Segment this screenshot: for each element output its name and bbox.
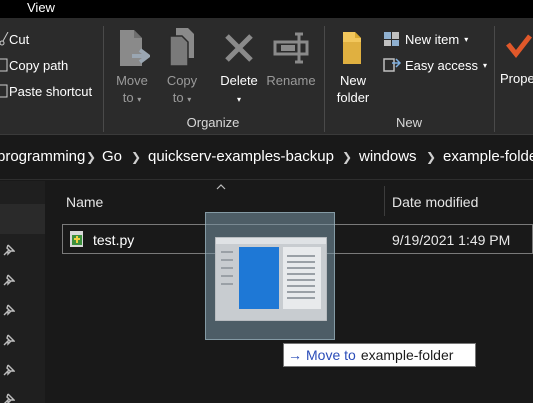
scissors-icon: [0, 32, 9, 46]
chevron-down-icon: ▾: [464, 34, 469, 44]
delete-label: Delete ▾: [220, 73, 258, 104]
new-item-icon: [384, 32, 399, 46]
pin-icon: [3, 364, 15, 376]
chevron-right-icon[interactable]: ❯: [342, 150, 352, 164]
cut-label: Cut: [9, 31, 30, 47]
address-bar[interactable]: programming ❯ Go ❯ quickserv-examples-ba…: [0, 136, 533, 180]
move-to-button[interactable]: Move to ▾: [110, 26, 154, 108]
drag-preview: [205, 212, 335, 340]
ribbon-separator: [324, 26, 325, 132]
ribbon-tab-strip: View: [0, 0, 533, 18]
column-divider[interactable]: [384, 186, 385, 216]
new-folder-button[interactable]: New folder: [330, 26, 376, 106]
delete-x-icon: [225, 34, 253, 62]
navigation-pane-selected-item[interactable]: [0, 204, 45, 234]
clipboard-group: Cut Copy path Paste shortcut: [0, 28, 92, 102]
new-folder-label: New folder: [336, 73, 370, 105]
paste-shortcut-icon: [0, 84, 8, 98]
drag-action-label: Move to: [306, 347, 356, 363]
copy-to-label: Copy to ▾: [166, 73, 198, 105]
pin-icon: [3, 244, 15, 256]
paste-shortcut-label: Paste shortcut: [9, 83, 93, 99]
breadcrumb-quickserv-examples-backup[interactable]: quickserv-examples-backup: [148, 148, 334, 165]
ribbon: Cut Copy path Paste shortcut Move to ▾ C: [0, 18, 533, 135]
pin-icon: [3, 334, 15, 346]
drag-tooltip: → Move to example-folder: [283, 343, 476, 367]
easy-access-button[interactable]: Easy access ▾: [383, 54, 487, 76]
python-file-icon: [70, 231, 83, 247]
delete-button[interactable]: Delete ▾: [216, 26, 262, 108]
copy-to-button[interactable]: Copy to ▾: [160, 26, 204, 108]
file-name[interactable]: test.py: [93, 232, 134, 248]
organize-group-label: Organize: [186, 115, 240, 130]
cut-button[interactable]: Cut: [0, 28, 92, 50]
new-folder-icon: [343, 32, 361, 64]
copy-to-icon: [169, 28, 194, 67]
breadcrumb-example-folder[interactable]: example-folder: [443, 148, 533, 165]
chevron-right-icon[interactable]: ❯: [131, 150, 141, 164]
column-header-date-modified[interactable]: Date modified: [392, 194, 478, 210]
breadcrumb-windows[interactable]: windows: [359, 148, 417, 165]
chevron-right-icon[interactable]: ❯: [426, 150, 436, 164]
column-header-name[interactable]: Name: [66, 194, 103, 210]
breadcrumb-programming[interactable]: programming: [0, 148, 85, 165]
tab-view[interactable]: View: [27, 0, 55, 16]
properties-label: Prope: [500, 71, 533, 86]
move-to-icon: [120, 30, 150, 66]
chevron-right-icon[interactable]: ❯: [86, 150, 96, 164]
paste-shortcut-button[interactable]: Paste shortcut: [0, 80, 92, 102]
file-date-modified: 9/19/2021 1:49 PM: [392, 232, 511, 248]
sort-ascending-icon[interactable]: [216, 184, 226, 190]
properties-button[interactable]: Prope: [500, 26, 533, 87]
pin-icon: [3, 274, 15, 286]
copy-path-label: Copy path: [9, 57, 69, 73]
drag-target-label: example-folder: [360, 347, 454, 363]
new-item-label: New item: [405, 31, 460, 47]
chevron-down-icon: ▾: [482, 60, 487, 70]
copy-path-button[interactable]: Copy path: [0, 54, 92, 76]
new-group-label: New: [395, 115, 422, 130]
copy-path-icon: [0, 58, 8, 72]
properties-check-icon: [506, 34, 532, 59]
pin-icon: [4, 393, 15, 403]
rename-button[interactable]: Rename: [266, 26, 316, 89]
rename-label: Rename: [266, 73, 316, 88]
easy-access-label: Easy access: [405, 57, 478, 73]
pin-icon: [3, 304, 15, 316]
easy-access-icon: [383, 58, 401, 72]
move-to-label: Move to ▾: [116, 73, 148, 105]
drag-preview-thumbnail-icon: [215, 237, 327, 321]
new-item-button[interactable]: New item ▾: [383, 28, 468, 50]
ribbon-separator: [494, 26, 495, 132]
arrow-right-icon: →: [288, 347, 302, 363]
breadcrumb-go[interactable]: Go: [102, 148, 122, 165]
rename-icon: [273, 32, 309, 64]
